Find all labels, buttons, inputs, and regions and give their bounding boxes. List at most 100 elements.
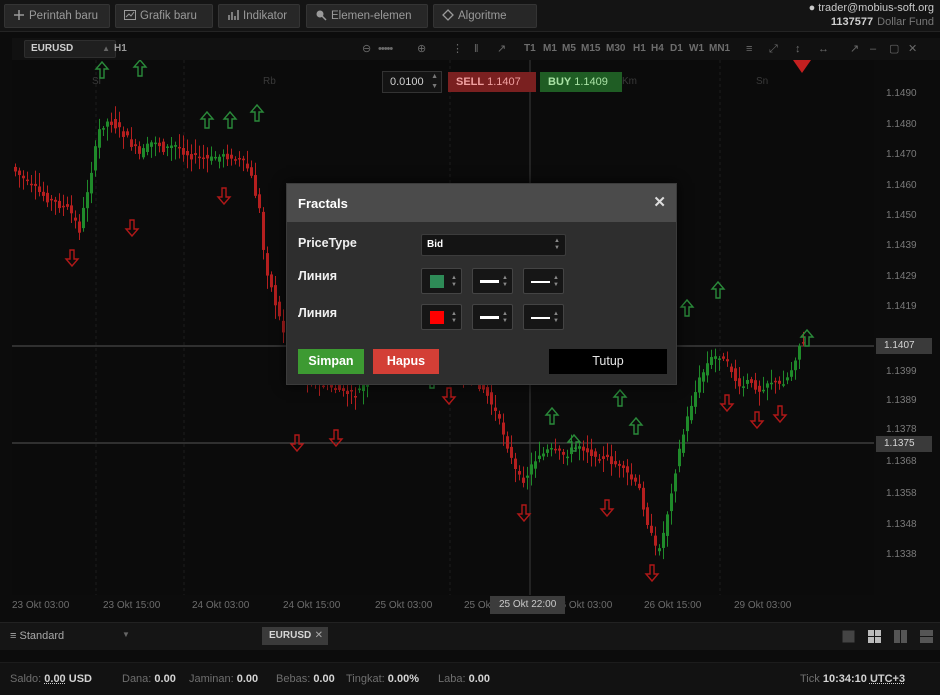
- layout-rows-icon[interactable]: [920, 630, 933, 643]
- sell-button[interactable]: SELL 1.1407: [448, 72, 536, 92]
- candle-body: [582, 446, 585, 451]
- new-chart-button[interactable]: Grafik baru: [115, 4, 213, 28]
- spinner-icon: ▲ ▼: [451, 275, 457, 288]
- candle-body: [682, 434, 685, 453]
- close-button[interactable]: Tutup: [549, 349, 667, 374]
- layout-value: Standard: [19, 630, 65, 642]
- up-fractal-arrow: [628, 416, 644, 435]
- minimize-icon[interactable]: ‒: [870, 42, 876, 56]
- time-cursor-label: 25 Okt 22:00: [490, 596, 566, 614]
- line2-style-picker[interactable]: ▲ ▼: [523, 304, 564, 330]
- lot-spinner-icon[interactable]: ▲ ▼: [431, 72, 438, 92]
- candle-body: [226, 153, 229, 160]
- vertical-resize-icon[interactable]: ↕: [795, 42, 801, 56]
- layout-single-icon[interactable]: [842, 630, 855, 643]
- tf-t1[interactable]: T1: [524, 43, 536, 54]
- line2-width-picker[interactable]: ▲ ▼: [472, 304, 513, 330]
- tf-m30[interactable]: M30: [606, 43, 625, 54]
- tf-h4[interactable]: H4: [651, 43, 664, 54]
- candle-body: [62, 205, 65, 208]
- layout-columns-icon[interactable]: [894, 630, 907, 643]
- line-price-label: 1.1375: [876, 436, 932, 452]
- candle-body: [658, 548, 661, 552]
- settings-list-icon[interactable]: ≡: [746, 42, 752, 56]
- line1-color-picker[interactable]: ▲ ▼: [421, 268, 462, 294]
- candle-body: [194, 153, 197, 156]
- candle-body: [566, 456, 569, 459]
- tf-d1[interactable]: D1: [670, 43, 683, 54]
- algorithm-button[interactable]: Algoritme: [433, 4, 537, 28]
- level-status: Tingkat: 0.00%: [346, 673, 419, 685]
- zoom-out-icon[interactable]: ⊖: [362, 42, 371, 56]
- down-fractal-arrow: [719, 394, 735, 413]
- bar-chart-type-icon[interactable]: ‖: [474, 42, 479, 56]
- candle-body: [514, 458, 517, 469]
- candle-body: [70, 205, 73, 214]
- candle-body: [758, 385, 761, 392]
- candle-body: [26, 179, 29, 182]
- chart-tab-eurusd[interactable]: EURUSD ✕: [262, 627, 328, 645]
- price-axis[interactable]: 1.1490 1.1480 1.1470 1.1460 1.1450 1.1439 1.14…: [874, 60, 940, 615]
- time-tick: 26 Okt 15:00: [644, 600, 702, 611]
- tf-w1[interactable]: W1: [689, 43, 704, 54]
- indicator-button[interactable]: Indikator: [218, 4, 300, 28]
- price-tick: 1.1348: [886, 519, 917, 530]
- line1-style-picker[interactable]: ▲ ▼: [523, 268, 564, 294]
- close-tab-icon[interactable]: ✕: [315, 627, 323, 645]
- price-alert-marker: [793, 60, 811, 73]
- balance-status: Saldo: 0.00 USD: [10, 673, 92, 685]
- candle-body: [210, 156, 213, 161]
- price-tick: 1.1490: [886, 88, 917, 99]
- layout-select[interactable]: ≡ Standard ▼: [10, 630, 130, 642]
- tf-m5[interactable]: M5: [562, 43, 576, 54]
- candle-body: [558, 448, 561, 451]
- close-chart-icon[interactable]: ✕: [908, 42, 917, 56]
- up-fractal-arrow: [710, 280, 726, 299]
- line2-label: Линия: [298, 306, 337, 320]
- tick-clock[interactable]: Tick 10:34:10 UTC+3: [800, 673, 905, 685]
- time-tick: 29 Okt 03:00: [734, 600, 792, 611]
- down-fractal-arrow: [216, 187, 232, 206]
- delete-button[interactable]: Hapus: [373, 349, 439, 374]
- tf-m1[interactable]: M1: [543, 43, 557, 54]
- zoom-slider-icon[interactable]: •••••: [378, 42, 393, 56]
- symbol-select[interactable]: EURUSD ▲: [24, 40, 116, 58]
- candle-body: [602, 456, 605, 459]
- spinner-icon: ▲ ▼: [451, 311, 457, 324]
- candle-body: [270, 274, 273, 288]
- detach-icon[interactable]: ↗: [850, 42, 859, 56]
- cursor-tool-icon[interactable]: ⋮: [452, 42, 463, 56]
- tf-h1[interactable]: H1: [633, 43, 646, 54]
- horizontal-resize-icon[interactable]: ↔: [818, 42, 829, 56]
- dialog-header[interactable]: Fractals ✕: [287, 184, 676, 222]
- account-info[interactable]: ● trader@mobius-soft.org 1137577 Dollar F…: [809, 1, 934, 29]
- tf-mn1[interactable]: MN1: [709, 43, 730, 54]
- candle-body: [238, 158, 241, 160]
- candle-body: [282, 320, 285, 333]
- tf-m15[interactable]: M15: [581, 43, 600, 54]
- save-button[interactable]: Simpan: [298, 349, 364, 374]
- price-tick: 1.1419: [886, 301, 917, 312]
- candle-body: [90, 172, 93, 194]
- algorithm-icon: [442, 7, 454, 21]
- line-width-icon: [480, 316, 499, 319]
- zoom-in-icon[interactable]: ⊕: [417, 42, 426, 56]
- line-chart-type-icon[interactable]: ↗: [497, 42, 506, 56]
- close-icon[interactable]: ✕: [653, 193, 666, 211]
- maximize-icon[interactable]: ▢: [889, 42, 899, 56]
- diagonal-resize-icon[interactable]: ⤢: [769, 42, 778, 56]
- line1-width-picker[interactable]: ▲ ▼: [472, 268, 513, 294]
- elements-label: Elemen-elemen: [331, 10, 412, 22]
- line2-color-picker[interactable]: ▲ ▼: [421, 304, 462, 330]
- buy-button[interactable]: BUY 1.1409: [540, 72, 622, 92]
- candle-body: [622, 465, 625, 469]
- lot-size-input[interactable]: 0.0100 ▲ ▼: [382, 71, 442, 93]
- new-order-button[interactable]: Perintah baru: [4, 4, 110, 28]
- layout-grid-icon[interactable]: [868, 630, 881, 643]
- candle-body: [786, 377, 789, 381]
- candle-body: [150, 142, 153, 147]
- pricetype-select[interactable]: Bid ▲ ▼: [421, 234, 566, 256]
- price-tick: 1.1358: [886, 488, 917, 499]
- elements-button[interactable]: Elemen-elemen: [306, 4, 428, 28]
- day-label: Sn: [756, 76, 768, 87]
